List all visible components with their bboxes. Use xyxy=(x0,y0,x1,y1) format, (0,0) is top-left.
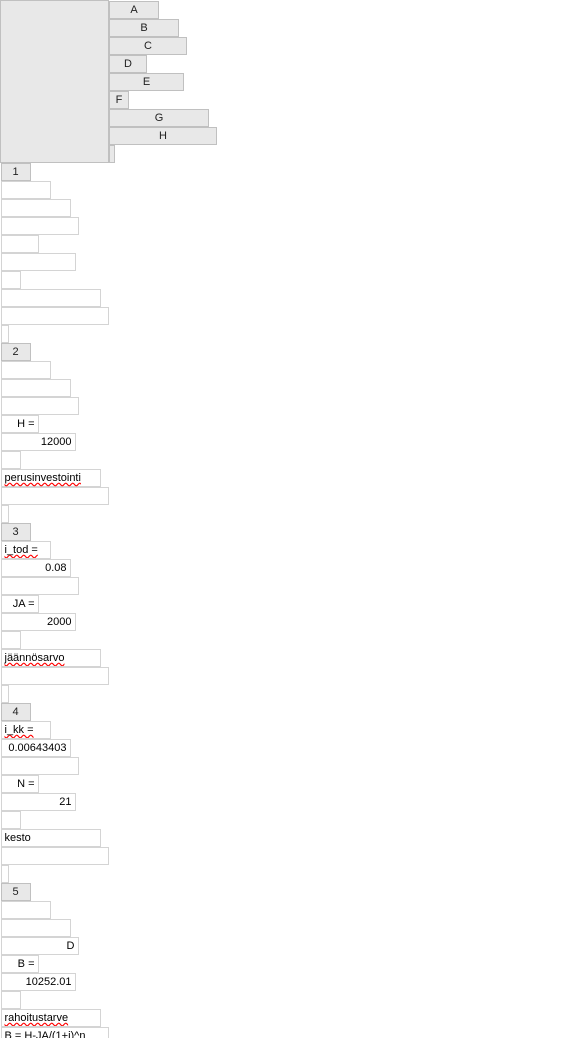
cell-F2[interactable] xyxy=(1,451,21,469)
cell-D2[interactable]: H = xyxy=(1,415,39,433)
cell-F4[interactable] xyxy=(1,811,21,829)
cell-D3[interactable]: JA = xyxy=(1,595,39,613)
cell-B1[interactable] xyxy=(1,199,71,217)
row-header-2[interactable]: 2 xyxy=(1,343,31,361)
row-header-4[interactable]: 4 xyxy=(1,703,31,721)
row-header-3[interactable]: 3 xyxy=(1,523,31,541)
corner-cell[interactable] xyxy=(1,1,109,163)
cell-D5[interactable]: B = xyxy=(1,955,39,973)
spreadsheet-grid[interactable]: ABCDEFGH12H =12000perusinvestointi3i_tod… xyxy=(0,0,217,1038)
row-header-1[interactable]: 1 xyxy=(1,163,31,181)
cell-extra-3 xyxy=(1,685,9,703)
column-header-B[interactable]: B xyxy=(109,19,179,37)
cell-E4[interactable]: 21 xyxy=(1,793,76,811)
cell-extra-1 xyxy=(1,325,9,343)
cell-F5[interactable] xyxy=(1,991,21,1009)
cell-F1[interactable] xyxy=(1,271,21,289)
cell-F3[interactable] xyxy=(1,631,21,649)
cell-G3[interactable]: jäännösarvo xyxy=(1,649,101,667)
cell-H4[interactable] xyxy=(1,847,109,865)
cell-C3[interactable] xyxy=(1,577,79,595)
cell-B5[interactable] xyxy=(1,919,71,937)
column-header-D[interactable]: D xyxy=(109,55,147,73)
cell-G5[interactable]: rahoitustarve xyxy=(1,1009,101,1027)
cell-C4[interactable] xyxy=(1,757,79,775)
cell-G2[interactable]: perusinvestointi xyxy=(1,469,101,487)
cell-extra-4 xyxy=(1,865,9,883)
cell-G4[interactable]: kesto xyxy=(1,829,101,847)
cell-E3[interactable]: 2000 xyxy=(1,613,76,631)
column-header-C[interactable]: C xyxy=(109,37,187,55)
column-header-A[interactable]: A xyxy=(109,1,159,19)
cell-E5[interactable]: 10252.01 xyxy=(1,973,76,991)
cell-B3[interactable]: 0.08 xyxy=(1,559,71,577)
cell-A5[interactable] xyxy=(1,901,51,919)
column-header-extra xyxy=(109,145,115,163)
cell-B4[interactable]: 0.00643403 xyxy=(1,739,71,757)
cell-A4[interactable]: i_kk = xyxy=(1,721,51,739)
cell-D4[interactable]: N = xyxy=(1,775,39,793)
cell-A3[interactable]: i_tod = xyxy=(1,541,51,559)
cell-H1[interactable] xyxy=(1,307,109,325)
cell-B2[interactable] xyxy=(1,379,71,397)
cell-C1[interactable] xyxy=(1,217,79,235)
cell-E2[interactable]: 12000 xyxy=(1,433,76,451)
cell-extra-2 xyxy=(1,505,9,523)
cell-C2[interactable] xyxy=(1,397,79,415)
column-header-F[interactable]: F xyxy=(109,91,129,109)
cell-A1[interactable] xyxy=(1,181,51,199)
column-header-E[interactable]: E xyxy=(109,73,184,91)
cell-E1[interactable] xyxy=(1,253,76,271)
column-header-G[interactable]: G xyxy=(109,109,209,127)
cell-H3[interactable] xyxy=(1,667,109,685)
cell-C5[interactable]: D xyxy=(1,937,79,955)
column-header-H[interactable]: H xyxy=(109,127,217,145)
cell-H2[interactable] xyxy=(1,487,109,505)
cell-D1[interactable] xyxy=(1,235,39,253)
row-header-5[interactable]: 5 xyxy=(1,883,31,901)
cell-G1[interactable] xyxy=(1,289,101,307)
cell-A2[interactable] xyxy=(1,361,51,379)
cell-H5[interactable]: B = H-JA/(1+i)^n xyxy=(1,1027,109,1038)
